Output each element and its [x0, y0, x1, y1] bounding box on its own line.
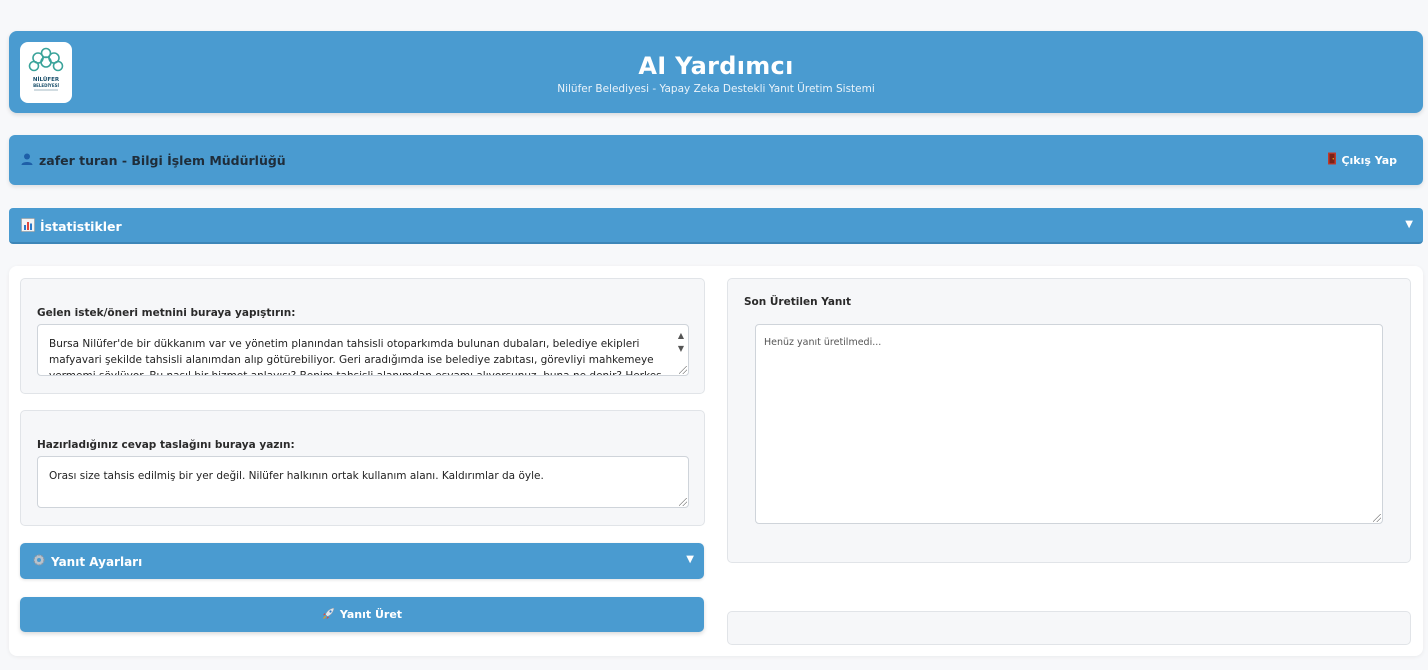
gear-icon: [32, 553, 46, 570]
response-settings-header: Yanıt Ayarları: [32, 553, 142, 570]
response-actions-panel: [727, 611, 1411, 645]
generate-response-button[interactable]: Yanıt Üret: [20, 597, 704, 632]
textarea-scrollbar[interactable]: ▲ ▼: [676, 329, 686, 355]
response-textarea[interactable]: Henüz yanıt üretilmedi...: [755, 324, 1383, 524]
logout-label: Çıkış Yap: [1341, 153, 1397, 167]
page-title: AI Yardımcı: [638, 52, 794, 80]
request-label: Gelen istek/öneri metnini buraya yapıştı…: [37, 307, 296, 319]
response-settings-toggle[interactable]: Yanıt Ayarları ▼: [20, 543, 704, 579]
draft-textarea[interactable]: Orası size tahsis edilmiş bir yer değil.…: [37, 456, 689, 508]
bar-chart-icon: [21, 218, 35, 235]
logout-button[interactable]: Çıkış Yap: [1327, 152, 1397, 168]
draft-panel: Hazırladığınız cevap taslağını buraya ya…: [20, 410, 705, 526]
chevron-down-icon: ▼: [1405, 219, 1413, 230]
draft-label: Hazırladığınız cevap taslağını buraya ya…: [37, 439, 295, 451]
rocket-icon: [322, 607, 335, 623]
page-subtitle: Nilüfer Belediyesi - Yapay Zeka Destekli…: [557, 83, 875, 95]
scroll-up-icon[interactable]: ▲: [678, 329, 684, 342]
response-panel: Son Üretilen Yanıt Henüz yanıt üretilmed…: [727, 278, 1411, 563]
response-placeholder: Henüz yanıt üretilmedi...: [764, 337, 882, 348]
user-name-label: zafer turan - Bilgi İşlem Müdürlüğü: [39, 153, 286, 168]
statistics-toggle[interactable]: İstatistikler ▼: [9, 208, 1423, 244]
statistics-header: İstatistikler: [21, 218, 122, 235]
generate-response-label: Yanıt Üret: [339, 608, 403, 621]
user-bar: zafer turan - Bilgi İşlem Müdürlüğü Çıkı…: [9, 135, 1423, 185]
app-header: NİLÜFER BELEDİYESİ AI Yardımcı Nilüfer B…: [9, 31, 1423, 113]
request-textarea[interactable]: Bursa Nilüfer'de bir dükkanım var ve yön…: [37, 324, 689, 376]
resize-handle-icon[interactable]: [679, 498, 687, 506]
response-settings-label: Yanıt Ayarları: [51, 554, 143, 569]
user-info: zafer turan - Bilgi İşlem Müdürlüğü: [20, 152, 286, 169]
scroll-down-icon[interactable]: ▼: [678, 342, 684, 355]
request-text: Bursa Nilüfer'de bir dükkanım var ve yön…: [49, 338, 662, 376]
user-icon: [20, 152, 34, 169]
draft-text: Orası size tahsis edilmiş bir yer değil.…: [49, 470, 544, 482]
chevron-down-icon: ▼: [686, 554, 694, 565]
request-panel: Gelen istek/öneri metnini buraya yapıştı…: [20, 278, 705, 394]
door-icon: [1327, 152, 1337, 168]
response-label: Son Üretilen Yanıt: [744, 296, 852, 308]
statistics-label: İstatistikler: [40, 219, 122, 234]
resize-handle-icon[interactable]: [1373, 514, 1381, 522]
resize-handle-icon[interactable]: [679, 366, 687, 374]
